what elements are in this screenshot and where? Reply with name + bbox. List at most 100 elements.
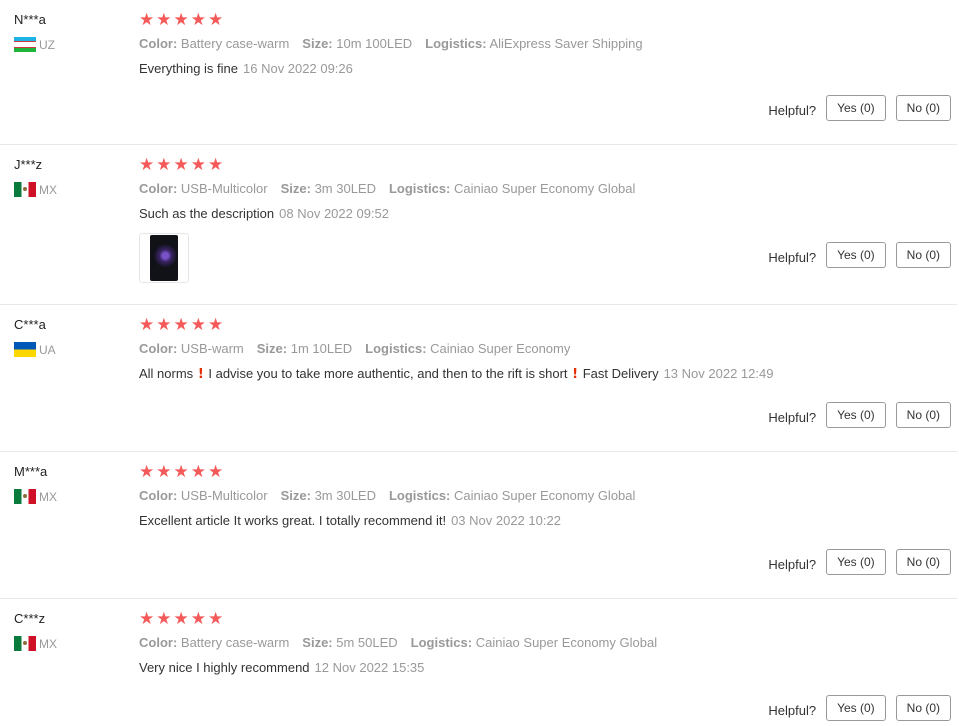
color-value: USB-Multicolor	[180, 181, 268, 196]
star-icon: ★	[156, 315, 172, 335]
review-body: ★ ★ ★ ★ ★ Color: USB-warm Size: 1m 10LED…	[139, 316, 957, 383]
size-value: 10m 100LED	[336, 36, 413, 51]
reviewer-country: UZ	[14, 37, 134, 52]
review-content: Such as the description	[139, 206, 275, 221]
exclamation-icon: !	[197, 367, 204, 382]
helpful-no-button[interactable]: No (0)	[895, 402, 951, 428]
sku-logistics: Logistics: Cainiao Super Economy Global	[411, 635, 657, 651]
star-icon: ★	[190, 462, 206, 482]
star-icon: ★	[208, 155, 224, 175]
sku-color: Color: Battery case-warm	[139, 635, 289, 651]
mx-flag-icon	[14, 489, 36, 504]
country-code: MX	[39, 182, 57, 197]
sku-color: Color: USB-Multicolor	[139, 488, 268, 504]
sku-info: Color: Battery case-warm Size: 10m 100LE…	[139, 36, 957, 52]
star-rating: ★ ★ ★ ★ ★	[139, 610, 957, 628]
helpful-yes-button[interactable]: Yes (0)	[826, 402, 886, 428]
reviewer-country: MX	[14, 489, 134, 504]
star-icon: ★	[173, 315, 189, 335]
helpful-no-button[interactable]: No (0)	[895, 549, 951, 575]
sku-info: Color: USB-Multicolor Size: 3m 30LED Log…	[139, 181, 957, 197]
review-body: ★ ★ ★ ★ ★ Color: Battery case-warm Size:…	[139, 11, 957, 77]
review-date: 12 Nov 2022 15:35	[314, 660, 425, 675]
country-code: MX	[39, 489, 57, 504]
logistics-value: Cainiao Super Economy Global	[454, 488, 636, 503]
star-icon: ★	[190, 10, 206, 30]
sku-size: Size: 1m 10LED	[257, 341, 352, 357]
sku-info: Color: USB-warm Size: 1m 10LED Logistics…	[139, 341, 957, 357]
mx-flag-icon	[14, 636, 36, 651]
star-rating: ★ ★ ★ ★ ★	[139, 316, 957, 334]
size-label: Size:	[302, 635, 333, 650]
review-photo-thumbnail[interactable]	[139, 233, 189, 283]
helpful-label: Helpful?	[768, 249, 817, 265]
helpful-yes-button[interactable]: Yes (0)	[826, 549, 886, 575]
logistics-value: Cainiao Super Economy Global	[475, 635, 658, 650]
review-text: Very nice I highly recommend 12 Nov 2022 …	[139, 660, 957, 676]
star-icon: ★	[139, 315, 155, 335]
sku-size: Size: 10m 100LED	[302, 36, 412, 52]
logistics-label: Logistics:	[365, 341, 427, 356]
logistics-label: Logistics:	[388, 181, 451, 196]
helpful-yes-button[interactable]: Yes (0)	[826, 95, 886, 121]
ua-flag-icon	[14, 342, 36, 357]
sku-info: Color: USB-Multicolor Size: 3m 30LED Log…	[139, 488, 957, 504]
logistics-label: Logistics:	[425, 36, 487, 51]
size-label: Size:	[256, 341, 288, 356]
reviewer-name: C***a	[14, 317, 46, 332]
star-icon: ★	[208, 10, 224, 30]
reviewer-info: N***a UZ	[14, 12, 134, 52]
size-value: 1m 10LED	[290, 341, 353, 356]
star-icon: ★	[173, 462, 189, 482]
star-icon: ★	[190, 155, 206, 175]
logistics-label: Logistics:	[388, 488, 451, 503]
review-content: Excellent article It works great. I tota…	[139, 513, 447, 528]
star-rating: ★ ★ ★ ★ ★	[139, 11, 957, 29]
review-date: 08 Nov 2022 09:52	[279, 206, 390, 221]
helpful-yes-button[interactable]: Yes (0)	[826, 695, 886, 721]
star-icon: ★	[173, 10, 189, 30]
helpful-no-button[interactable]: No (0)	[895, 95, 951, 121]
review-item: C***z MX ★ ★ ★ ★ ★ Color: Battery case-w…	[0, 599, 957, 726]
helpful-vote: Helpful? Yes (0) No (0)	[768, 242, 951, 268]
mx-flag-icon	[14, 182, 36, 197]
star-rating: ★ ★ ★ ★ ★	[139, 156, 957, 174]
helpful-label: Helpful?	[768, 102, 817, 118]
uz-flag-icon	[14, 37, 36, 52]
color-label: Color:	[139, 635, 178, 650]
review-body: ★ ★ ★ ★ ★ Color: USB-Multicolor Size: 3m…	[139, 463, 957, 529]
sku-logistics: Logistics: Cainiao Super Economy Global	[389, 488, 635, 504]
reviewer-name: C***z	[14, 611, 46, 626]
review-content-part: All norms	[139, 366, 194, 381]
helpful-vote: Helpful? Yes (0) No (0)	[768, 695, 951, 721]
color-value: Battery case-warm	[180, 635, 290, 650]
review-item: C***a UA ★ ★ ★ ★ ★ Color: USB-warm Size:…	[0, 305, 957, 452]
review-text: Such as the description 08 Nov 2022 09:52	[139, 206, 957, 222]
helpful-label: Helpful?	[768, 556, 817, 572]
reviewer-info: C***a UA	[14, 317, 134, 357]
star-icon: ★	[173, 155, 189, 175]
size-label: Size:	[302, 36, 333, 51]
size-value: 3m 30LED	[314, 488, 376, 503]
helpful-no-button[interactable]: No (0)	[895, 695, 951, 721]
sku-size: Size: 3m 30LED	[281, 181, 376, 197]
sku-logistics: Logistics: AliExpress Saver Shipping	[425, 36, 643, 52]
color-value: USB-Multicolor	[180, 488, 268, 503]
star-icon: ★	[156, 462, 172, 482]
reviewer-name: M***a	[14, 464, 48, 479]
star-icon: ★	[139, 155, 155, 175]
helpful-no-button[interactable]: No (0)	[895, 242, 951, 268]
review-text: All norms ! I advise you to take more au…	[139, 366, 957, 383]
sku-logistics: Logistics: Cainiao Super Economy	[365, 341, 570, 357]
country-code: UA	[39, 342, 56, 357]
star-icon: ★	[139, 10, 155, 30]
review-date: 03 Nov 2022 10:22	[451, 513, 561, 528]
review-item: N***a UZ ★ ★ ★ ★ ★ Color: Battery case-w…	[0, 0, 957, 145]
helpful-yes-button[interactable]: Yes (0)	[826, 242, 886, 268]
color-label: Color:	[139, 36, 178, 51]
logistics-value: AliExpress Saver Shipping	[489, 36, 643, 51]
reviewer-country: MX	[14, 636, 134, 651]
sku-color: Color: USB-warm	[139, 341, 244, 357]
size-value: 5m 50LED	[336, 635, 398, 650]
star-rating: ★ ★ ★ ★ ★	[139, 463, 957, 481]
